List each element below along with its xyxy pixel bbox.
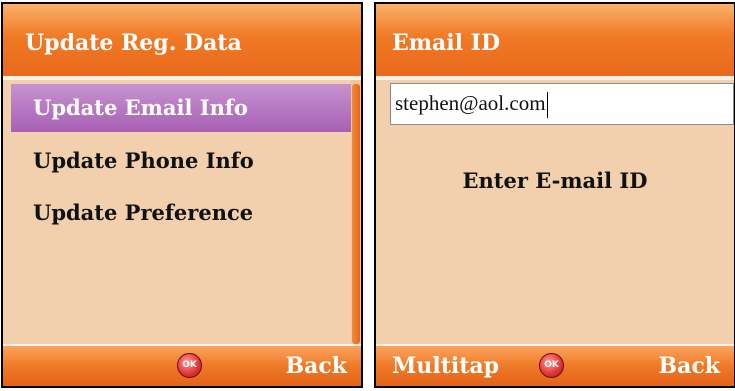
title-divider (3, 76, 361, 80)
title-bar: Update Reg. Data (3, 4, 361, 76)
title-bar: Email ID (376, 4, 734, 76)
title-divider (376, 76, 734, 80)
scrollbar-thumb[interactable] (352, 84, 360, 344)
screen-title: Email ID (392, 30, 501, 56)
back-softkey[interactable]: Back (659, 352, 721, 380)
update-reg-data-screen: Update Reg. Data Update Email Info Updat… (1, 2, 363, 388)
ok-icon[interactable]: OK (177, 353, 202, 378)
softkey-bar: OK Back (3, 344, 361, 386)
scrollbar[interactable] (351, 80, 361, 348)
menu-item-update-email-info[interactable]: Update Email Info (11, 84, 353, 132)
email-input[interactable]: stephen@aol.com (390, 83, 734, 125)
ok-icon[interactable]: OK (539, 353, 564, 378)
menu-item-update-phone-info[interactable]: Update Phone Info (11, 137, 353, 185)
softkey-bar: Multitap OK Back (376, 344, 734, 386)
multitap-softkey[interactable]: Multitap (392, 352, 499, 380)
email-id-screen: Email ID stephen@aol.com Enter E-mail ID… (374, 2, 735, 388)
screen-title: Update Reg. Data (25, 30, 242, 56)
text-cursor (546, 92, 548, 119)
back-softkey[interactable]: Back (286, 352, 348, 380)
menu-item-update-preference[interactable]: Update Preference (11, 189, 353, 237)
email-input-value: stephen@aol.com (395, 91, 546, 115)
input-prompt: Enter E-mail ID (462, 168, 648, 193)
